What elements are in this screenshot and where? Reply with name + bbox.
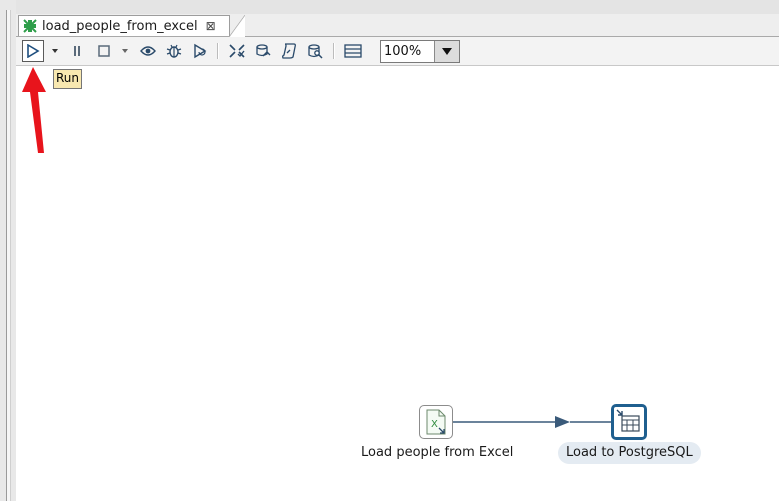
database-search-icon: [308, 44, 323, 59]
verify-icon: [229, 44, 245, 58]
toolbar-separator: [217, 43, 219, 59]
window-header-strip: [16, 0, 779, 15]
zoom-select[interactable]: [380, 40, 460, 63]
close-icon[interactable]: ⊠: [206, 19, 216, 33]
debug-button[interactable]: [164, 41, 184, 61]
stop-icon: [98, 45, 110, 57]
zoom-field[interactable]: [381, 41, 435, 62]
replay-button[interactable]: [190, 41, 210, 61]
step-label: Load to PostgreSQL: [558, 442, 701, 464]
chevron-down-icon: [122, 49, 128, 53]
step-load-people-from-excel[interactable]: X: [419, 405, 453, 439]
tab-load-people-from-excel[interactable]: load_people_from_excel ⊠: [18, 15, 245, 37]
table-output-icon: [616, 409, 640, 432]
replay-icon: [194, 43, 207, 59]
results-panel-icon: [344, 44, 362, 58]
tooltip: Run: [53, 69, 83, 89]
show-results-button[interactable]: [343, 41, 363, 61]
left-panel-edge: [0, 0, 16, 501]
impact-icon: [256, 44, 271, 57]
explore-db-button[interactable]: [305, 41, 325, 61]
pause-button[interactable]: [67, 41, 87, 61]
chevron-down-icon: [52, 49, 58, 53]
sql-button[interactable]: [279, 41, 299, 61]
step-label: Load people from Excel: [361, 445, 514, 460]
editor-tab-bar: load_people_from_excel ⊠: [16, 14, 779, 37]
stop-button[interactable]: [94, 41, 114, 61]
bug-icon: [166, 44, 182, 58]
tab-title: load_people_from_excel: [42, 18, 198, 34]
transformation-canvas[interactable]: [16, 66, 779, 501]
editor-toolbar: [16, 37, 779, 66]
excel-input-icon: X: [426, 409, 446, 435]
sash[interactable]: [6, 10, 11, 501]
run-icon: [27, 44, 40, 58]
toolbar-separator: [333, 43, 335, 59]
impact-button[interactable]: [253, 41, 273, 61]
eye-icon: [140, 46, 156, 56]
verify-button[interactable]: [227, 41, 247, 61]
script-icon: [282, 43, 296, 59]
pause-icon: [74, 46, 80, 56]
transformation-icon: [23, 19, 37, 33]
zoom-dropdown-button[interactable]: [434, 41, 459, 62]
preview-button[interactable]: [138, 41, 158, 61]
svg-text:X: X: [431, 419, 438, 430]
stop-options-dropdown[interactable]: [121, 43, 129, 59]
step-load-to-postgresql[interactable]: [611, 404, 647, 440]
run-button[interactable]: [22, 40, 44, 62]
chevron-down-icon: [442, 48, 452, 55]
run-options-dropdown[interactable]: [51, 43, 59, 59]
